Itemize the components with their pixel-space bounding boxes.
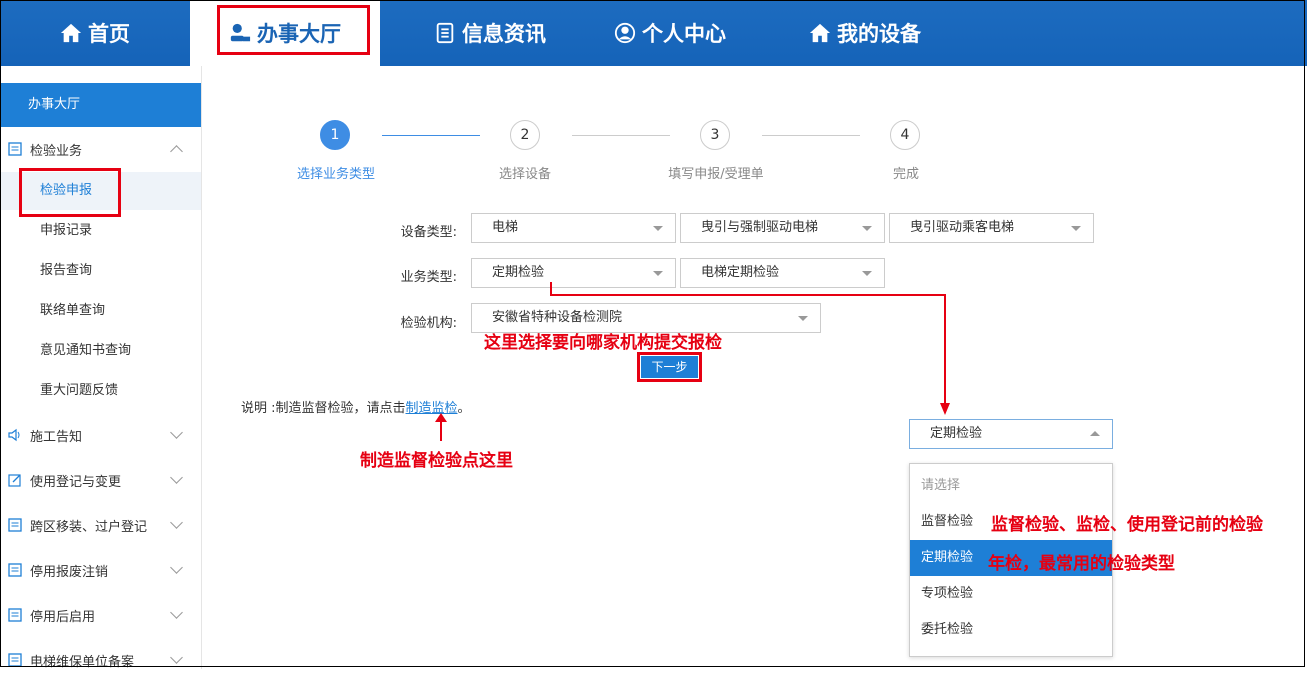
annotation-periodic: 年检，最常用的检验类型	[988, 554, 1175, 574]
annotation-supervise: 监督检验、监检、使用登记前的检验	[991, 515, 1263, 535]
caret-up-icon	[1090, 431, 1100, 436]
business-type-dropdown-select[interactable]: 定期检验	[909, 419, 1113, 449]
dropdown-option-special[interactable]: 专项检验	[910, 576, 1112, 612]
select-value: 定期检验	[930, 426, 983, 441]
dropdown-option-entrusted[interactable]: 委托检验	[910, 612, 1112, 648]
dropdown-option-placeholder[interactable]: 请选择	[910, 468, 1112, 504]
